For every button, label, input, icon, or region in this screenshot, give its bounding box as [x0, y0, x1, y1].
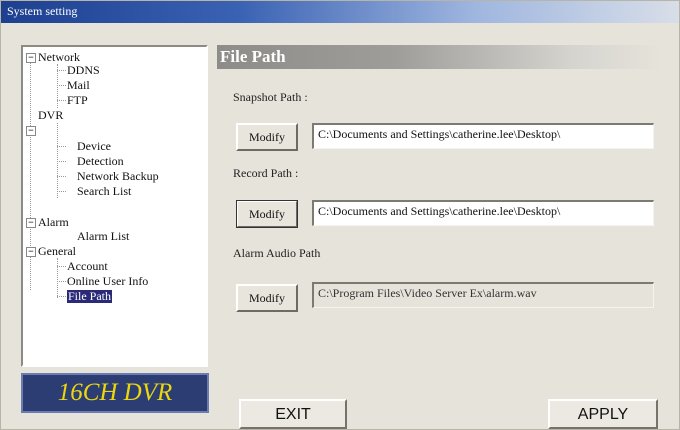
tree-item-file-path[interactable]: File Path — [67, 290, 113, 303]
record-modify-button[interactable]: Modify — [236, 200, 298, 228]
general-branch-line — [57, 258, 58, 298]
alarm-modify-button[interactable]: Modify — [236, 284, 298, 312]
alarm-audio-path-label: Alarm Audio Path — [233, 246, 321, 260]
title-bar[interactable]: System setting — [1, 1, 679, 23]
system-setting-window: System setting − Network DDNS Mail FTP −… — [0, 0, 680, 430]
tree-item-dvr[interactable]: DVR — [38, 109, 63, 122]
branch-connector — [57, 266, 66, 267]
branch-connector — [57, 296, 66, 297]
exit-button[interactable]: EXIT — [239, 399, 347, 429]
snapshot-path-label: Snapshot Path : — [233, 90, 308, 104]
window-title: System setting — [7, 4, 78, 18]
tree-item-alarm[interactable]: Alarm — [38, 216, 69, 229]
tree-item-search-list[interactable]: Search List — [77, 185, 131, 198]
tree-item-mail[interactable]: Mail — [67, 79, 90, 92]
settings-tree[interactable]: − Network DDNS Mail FTP − DVR Device Det… — [21, 45, 208, 367]
panel-header: File Path — [217, 45, 662, 69]
tree-item-network-backup[interactable]: Network Backup — [77, 170, 159, 183]
record-path-label: Record Path : — [233, 166, 299, 180]
tree-item-ddns[interactable]: DDNS — [67, 64, 100, 77]
branch-connector — [57, 176, 66, 177]
tree-item-account[interactable]: Account — [67, 260, 108, 273]
tree-item-device[interactable]: Device — [77, 140, 111, 153]
tree-item-detection[interactable]: Detection — [77, 155, 124, 168]
network-expander-icon[interactable]: − — [26, 53, 36, 63]
branch-connector — [57, 100, 66, 101]
snapshot-modify-button[interactable]: Modify — [236, 123, 298, 151]
alarm-audio-path-field: C:\Program Files\Video Server Ex\alarm.w… — [312, 282, 654, 308]
branch-connector — [57, 85, 66, 86]
tree-item-online-user-info[interactable]: Online User Info — [67, 275, 148, 288]
branch-connector — [57, 281, 66, 282]
apply-button[interactable]: APPLY — [548, 399, 658, 429]
snapshot-path-field[interactable]: C:\Documents and Settings\catherine.lee\… — [312, 123, 654, 149]
brand-label: 16CH DVR — [57, 379, 173, 406]
branch-connector — [57, 191, 66, 192]
alarm-expander-icon[interactable]: − — [26, 218, 36, 228]
branch-connector — [57, 70, 66, 71]
tree-item-ftp[interactable]: FTP — [67, 94, 88, 107]
branch-connector — [57, 161, 66, 162]
panel-title: File Path — [220, 47, 286, 66]
branch-connector — [57, 146, 66, 147]
general-expander-icon[interactable]: − — [26, 247, 36, 257]
record-path-field[interactable]: C:\Documents and Settings\catherine.lee\… — [312, 200, 654, 226]
dvr-expander-icon[interactable]: − — [26, 126, 36, 136]
brand-logo: 16CH DVR — [21, 373, 209, 413]
tree-item-general[interactable]: General — [38, 245, 76, 258]
tree-item-alarm-list[interactable]: Alarm List — [77, 230, 129, 243]
